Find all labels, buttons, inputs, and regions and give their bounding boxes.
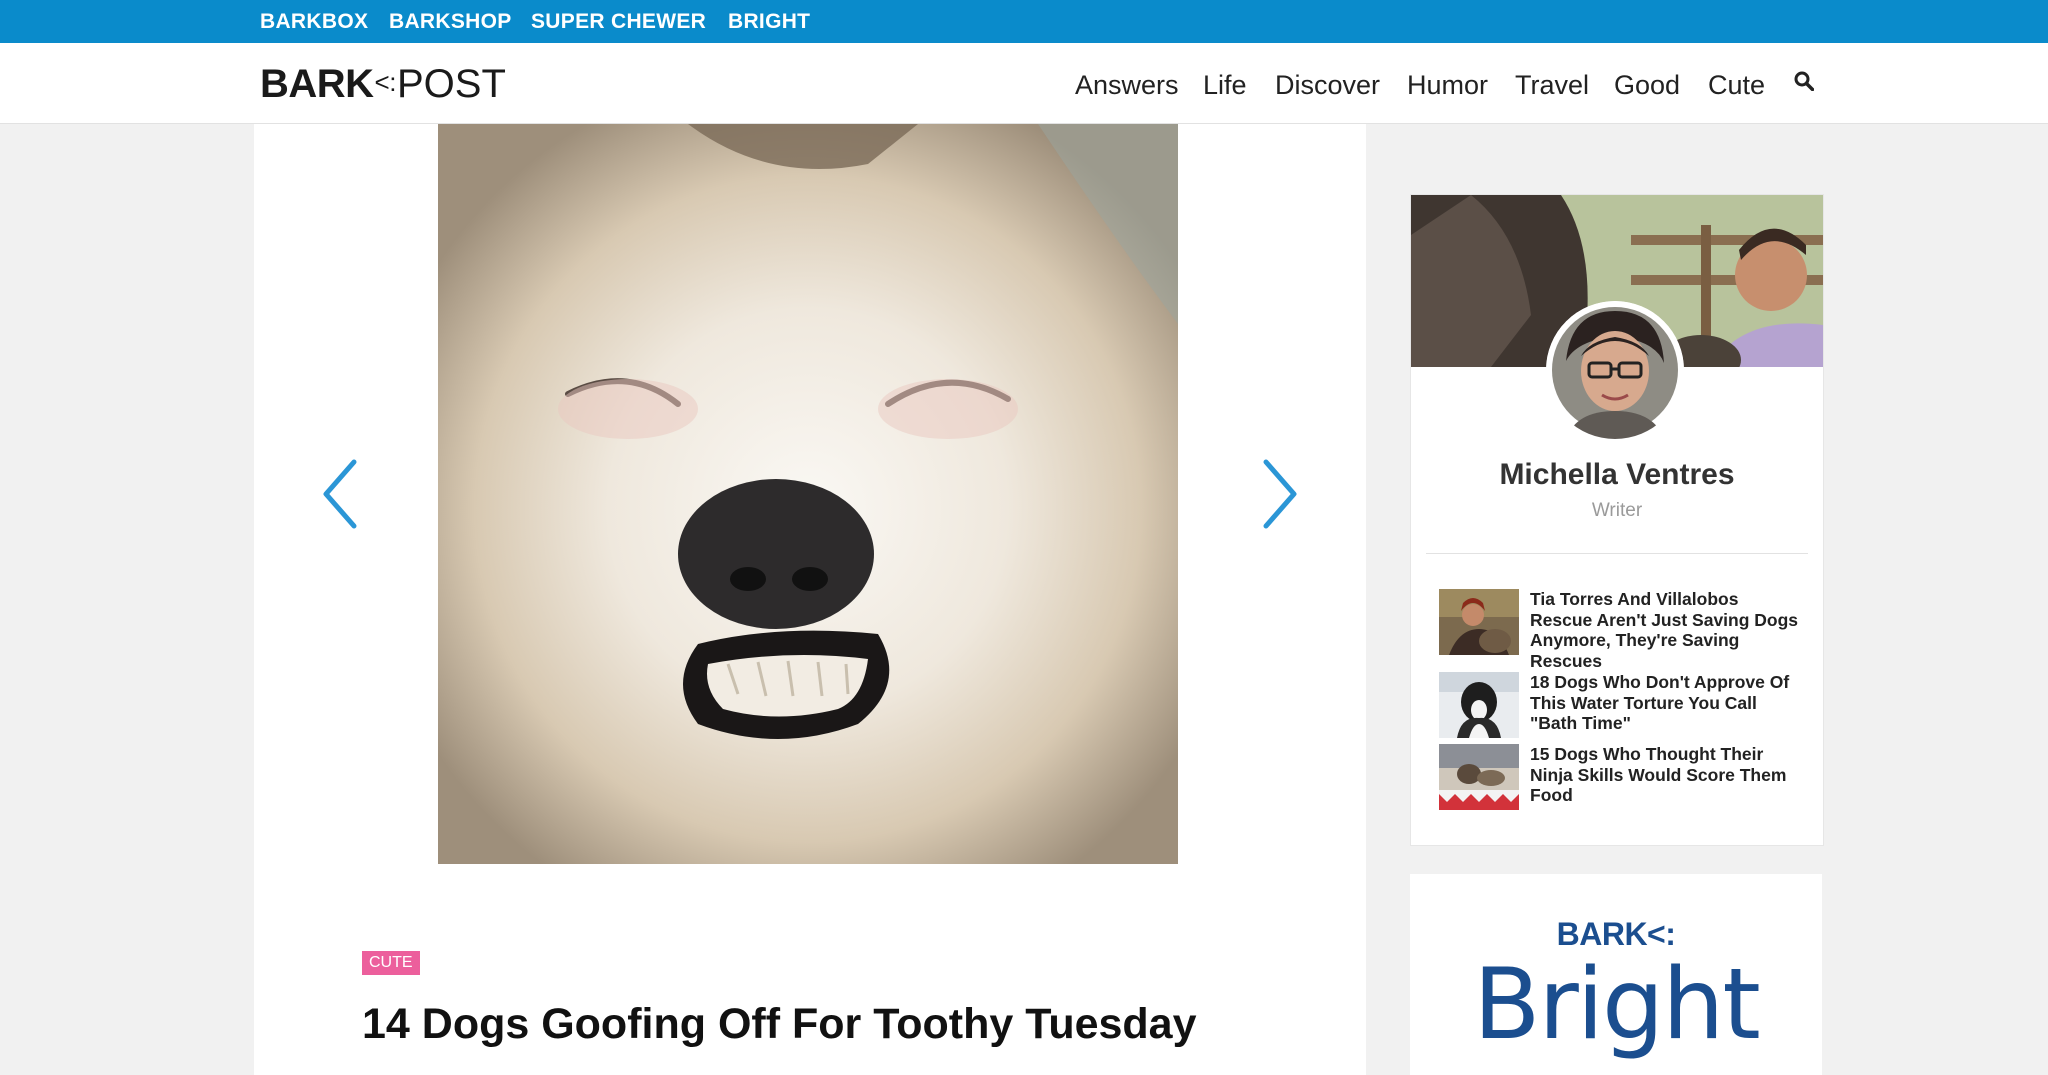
related-title[interactable]: 18 Dogs Who Don't Approve Of This Water … xyxy=(1530,672,1800,734)
related-thumbnail[interactable] xyxy=(1439,589,1519,655)
category-tag[interactable]: CUTE xyxy=(362,951,420,975)
nav-item-life[interactable]: Life xyxy=(1203,67,1247,103)
ad-brand-bright: Bright xyxy=(1473,948,1761,1062)
next-slide-chevron-right-icon[interactable] xyxy=(1260,458,1300,530)
related-thumb-illustration-3 xyxy=(1439,744,1519,810)
article-column: CUTE 14 Dogs Goofing Off For Toothy Tues… xyxy=(254,124,1366,1075)
nav-item-travel[interactable]: Travel xyxy=(1515,67,1589,103)
card-divider xyxy=(1426,553,1808,554)
related-thumbnail[interactable] xyxy=(1439,744,1519,810)
nav-item-answers[interactable]: Answers xyxy=(1075,67,1179,103)
related-thumb-illustration-1 xyxy=(1439,589,1519,655)
top-utility-bar: BARKBOX BARKSHOP SUPER CHEWER BRIGHT xyxy=(0,0,2048,43)
related-title[interactable]: Tia Torres And Villalobos Rescue Aren't … xyxy=(1530,589,1800,671)
bright-ad[interactable]: BARK<: Bright xyxy=(1410,874,1822,1075)
prev-slide-chevron-left-icon[interactable] xyxy=(320,458,360,530)
topbar-link-super-chewer[interactable]: SUPER CHEWER xyxy=(531,0,706,43)
author-role: Writer xyxy=(1591,500,1643,521)
avatar-illustration xyxy=(1546,301,1684,439)
author-name[interactable]: Michella Ventres xyxy=(1411,458,1823,492)
dog-photo-illustration xyxy=(438,124,1178,864)
related-title[interactable]: 15 Dogs Who Thought Their Ninja Skills W… xyxy=(1530,744,1800,806)
author-card: Michella Ventres Writer Tia Torres And V… xyxy=(1410,194,1824,846)
search-icon[interactable] xyxy=(1794,71,1814,91)
author-avatar[interactable] xyxy=(1546,301,1684,439)
topbar-link-barkshop[interactable]: BARKSHOP xyxy=(389,0,512,43)
nav-item-discover[interactable]: Discover xyxy=(1275,67,1380,103)
barkpost-logo[interactable]: BARK<:POST xyxy=(260,57,506,107)
hero-image-smiling-dog xyxy=(438,124,1178,864)
topbar-link-bright[interactable]: BRIGHT xyxy=(728,0,810,43)
nav-item-good[interactable]: Good xyxy=(1614,67,1680,103)
topbar-link-barkbox[interactable]: BARKBOX xyxy=(260,0,368,43)
site-header: BARK<:POST Answers Life Discover Humor T… xyxy=(0,43,2048,124)
related-thumbnail[interactable] xyxy=(1439,672,1519,738)
related-thumb-illustration-2 xyxy=(1439,672,1519,738)
nav-item-humor[interactable]: Humor xyxy=(1407,67,1488,103)
article-title: 14 Dogs Goofing Off For Toothy Tuesday xyxy=(362,1000,1197,1048)
nav-item-cute[interactable]: Cute xyxy=(1708,67,1765,103)
